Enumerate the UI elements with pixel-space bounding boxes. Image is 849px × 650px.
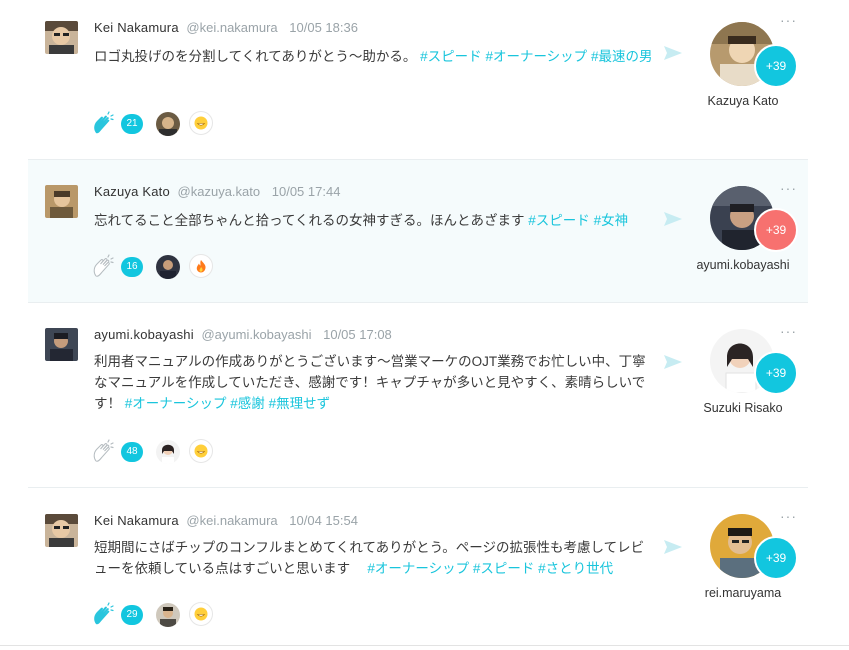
post-item: Kei Nakamura @kei.nakamura 10/04 15:54 短… bbox=[28, 488, 808, 645]
post-time: 10/04 15:54 bbox=[289, 513, 358, 528]
post-text: ロゴ丸投げのを分割してくれてありがとう〜助かる。 bbox=[94, 49, 417, 64]
clap-count-badge: 29 bbox=[121, 605, 143, 625]
clap-count-badge: 21 bbox=[121, 114, 143, 134]
send-arrow-icon bbox=[664, 46, 682, 60]
post-header: ayumi.kobayashi @ayumi.kobayashi 10/05 1… bbox=[94, 327, 392, 342]
author-avatar[interactable] bbox=[45, 328, 78, 361]
post-body: ロゴ丸投げのを分割してくれてありがとう〜助かる。 #スピード #オーナーシップ … bbox=[94, 46, 654, 67]
recipient-card[interactable]: +39 Suzuki Risako bbox=[698, 321, 808, 431]
author-avatar[interactable] bbox=[45, 185, 78, 218]
reactor-avatar[interactable] bbox=[156, 440, 180, 464]
hashtag[interactable]: #オーナーシップ bbox=[125, 396, 227, 411]
send-arrow-icon bbox=[664, 540, 682, 554]
author-avatar[interactable] bbox=[45, 514, 78, 547]
author-handle[interactable]: @ayumi.kobayashi bbox=[201, 327, 311, 342]
hashtag[interactable]: #無理せず bbox=[269, 396, 331, 411]
clap-icon[interactable] bbox=[91, 602, 117, 628]
hashtag[interactable]: #スピード bbox=[528, 213, 590, 228]
post-text: 忘れてること全部ちゃんと拾ってくれるの女神すぎる。ほんとあざます bbox=[94, 213, 525, 228]
hashtag[interactable]: #オーナーシップ bbox=[367, 561, 469, 576]
reaction-emoji-button[interactable] bbox=[189, 602, 213, 626]
send-arrow-icon bbox=[664, 212, 682, 226]
post-item: ayumi.kobayashi @ayumi.kobayashi 10/05 1… bbox=[28, 303, 808, 488]
clap-outline-icon[interactable] bbox=[91, 439, 117, 465]
reaction-emoji-button[interactable] bbox=[189, 439, 213, 463]
author-name[interactable]: Kazuya Kato bbox=[94, 184, 170, 199]
post-body: 忘れてること全部ちゃんと拾ってくれるの女神すぎる。ほんとあざます #スピード #… bbox=[94, 210, 654, 231]
reactor-avatar[interactable] bbox=[156, 603, 180, 627]
post-body: 利用者マニュアルの作成ありがとうございます〜営業マーケのOJT業務でお忙しい中、… bbox=[94, 351, 654, 414]
recipient-count-badge[interactable]: +39 bbox=[754, 351, 798, 395]
clap-outline-icon[interactable] bbox=[91, 254, 117, 280]
post-feed: Kei Nakamura @kei.nakamura 10/05 18:36 ロ… bbox=[0, 0, 849, 650]
hashtag[interactable]: #スピード bbox=[473, 561, 535, 576]
recipient-count-badge[interactable]: +39 bbox=[754, 208, 798, 252]
post-body: 短期間にさばチップのコンフルまとめてくれてありがとう。ページの拡張性も考慮してレ… bbox=[94, 537, 654, 579]
author-avatar[interactable] bbox=[45, 21, 78, 54]
author-handle[interactable]: @kei.nakamura bbox=[186, 513, 277, 528]
post-item: Kei Nakamura @kei.nakamura 10/05 18:36 ロ… bbox=[28, 0, 808, 160]
hashtag[interactable]: #さとり世代 bbox=[538, 561, 613, 576]
recipient-name[interactable]: ayumi.kobayashi bbox=[690, 258, 796, 272]
author-name[interactable]: ayumi.kobayashi bbox=[94, 327, 194, 342]
reaction-emoji-button[interactable] bbox=[189, 254, 213, 278]
recipient-name[interactable]: rei.maruyama bbox=[698, 586, 788, 600]
feed-bottom-divider bbox=[0, 645, 849, 646]
reactor-avatar[interactable] bbox=[156, 112, 180, 136]
author-name[interactable]: Kei Nakamura bbox=[94, 20, 179, 35]
grin-emoji-icon bbox=[194, 116, 208, 130]
post-item: Kazuya Kato @kazuya.kato 10/05 17:44 忘れて… bbox=[28, 160, 808, 303]
post-header: Kazuya Kato @kazuya.kato 10/05 17:44 bbox=[94, 184, 340, 199]
post-time: 10/05 18:36 bbox=[289, 20, 358, 35]
post-header: Kei Nakamura @kei.nakamura 10/05 18:36 bbox=[94, 20, 358, 35]
post-time: 10/05 17:08 bbox=[323, 327, 392, 342]
hashtag[interactable]: #感謝 bbox=[230, 396, 265, 411]
hashtag[interactable]: #女神 bbox=[594, 213, 629, 228]
clap-icon[interactable] bbox=[91, 111, 117, 137]
post-time: 10/05 17:44 bbox=[271, 184, 341, 199]
reaction-emoji-button[interactable] bbox=[189, 111, 213, 135]
recipient-card[interactable]: +39 Kazuya Kato bbox=[698, 14, 808, 124]
recipient-name[interactable]: Suzuki Risako bbox=[698, 401, 788, 415]
recipient-count-badge[interactable]: +39 bbox=[754, 44, 798, 88]
hashtag[interactable]: #オーナーシップ bbox=[485, 49, 587, 64]
grin-emoji-icon bbox=[194, 607, 208, 621]
recipient-card[interactable]: +39 ayumi.kobayashi bbox=[696, 178, 808, 288]
author-handle[interactable]: @kei.nakamura bbox=[186, 20, 277, 35]
clap-count-badge: 48 bbox=[121, 442, 143, 462]
hashtag[interactable]: #最速の男 bbox=[591, 49, 653, 64]
hashtag[interactable]: #スピード bbox=[420, 49, 482, 64]
grin-emoji-icon bbox=[194, 444, 208, 458]
author-name[interactable]: Kei Nakamura bbox=[94, 513, 179, 528]
recipient-count-badge[interactable]: +39 bbox=[754, 536, 798, 580]
clap-count-badge: 16 bbox=[121, 257, 143, 277]
reactor-avatar[interactable] bbox=[156, 255, 180, 279]
recipient-name[interactable]: Kazuya Kato bbox=[698, 94, 788, 108]
recipient-card[interactable]: +39 rei.maruyama bbox=[698, 506, 808, 616]
post-header: Kei Nakamura @kei.nakamura 10/04 15:54 bbox=[94, 513, 358, 528]
fire-emoji-icon bbox=[196, 260, 206, 273]
author-handle[interactable]: @kazuya.kato bbox=[178, 184, 261, 199]
send-arrow-icon bbox=[664, 355, 682, 369]
